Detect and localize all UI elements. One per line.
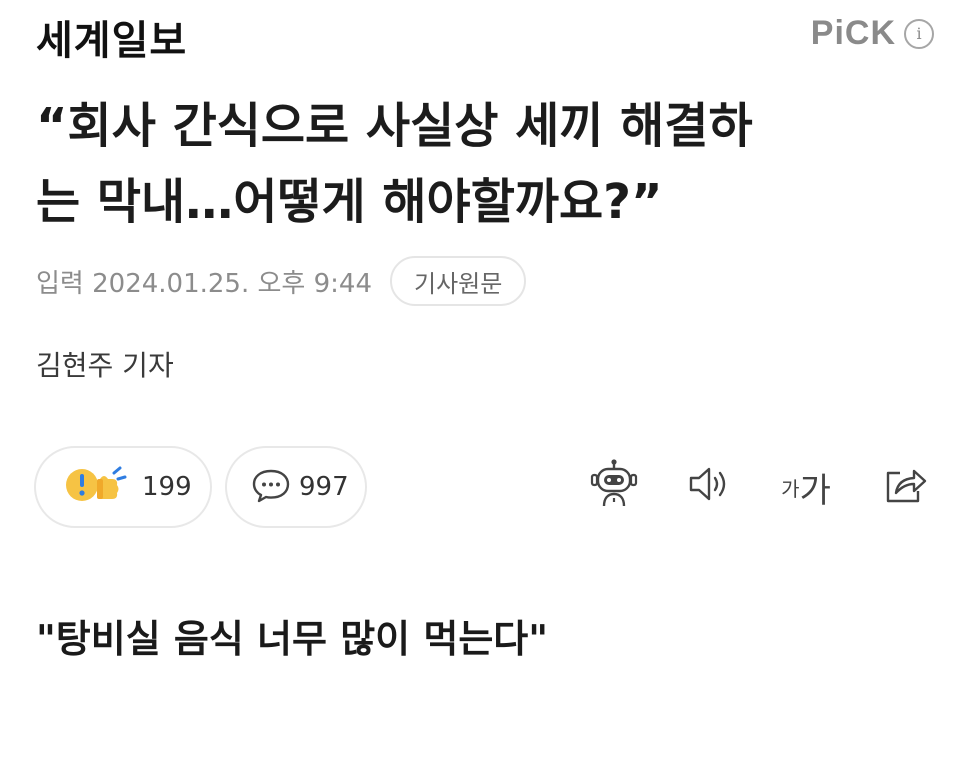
reaction-count: 199 [142, 472, 192, 502]
pick-label: PiCK [810, 14, 896, 52]
published-date: 입력 2024.01.25. 오후 9:44 [36, 268, 372, 299]
press-logo[interactable]: 세계일보 [36, 8, 187, 66]
robot-summary-icon [588, 458, 640, 514]
headline-line-1: “회사 간식으로 사실상 세끼 해결하 [36, 98, 753, 154]
article-headline: “회사 간식으로 사실상 세끼 해결하 는 막내…어떻게 해야할까요?” [36, 88, 936, 240]
speaker-icon [687, 464, 733, 508]
info-icon[interactable]: i [904, 18, 934, 49]
share-icon [882, 463, 928, 509]
comment-bubble-icon [251, 466, 291, 508]
article-meta: 입력 2024.01.25. 오후 9:44 기사원문 [36, 256, 527, 306]
reporter-name[interactable]: 김현주 기자 [36, 344, 174, 384]
summary-bot-button[interactable] [586, 458, 642, 514]
font-size-small-glyph: 가 [781, 476, 800, 501]
font-size-large-glyph: 가 [799, 470, 831, 511]
comment-button[interactable]: 997 [225, 446, 367, 528]
original-article-button[interactable]: 기사원문 [390, 256, 527, 306]
article-subheadline: "탕비실 음식 너무 많이 먹는다" [36, 617, 549, 661]
share-button[interactable] [880, 462, 930, 510]
tts-button[interactable] [686, 462, 734, 510]
comment-count: 997 [299, 472, 349, 502]
reaction-button[interactable]: 199 [34, 446, 212, 528]
headline-line-2: 는 막내…어떻게 해야할까요?” [36, 174, 663, 230]
reaction-emoji-icon [64, 463, 134, 511]
pick-badge[interactable]: PiCK i [811, 14, 934, 53]
font-size-button[interactable]: 가가 [778, 464, 834, 511]
